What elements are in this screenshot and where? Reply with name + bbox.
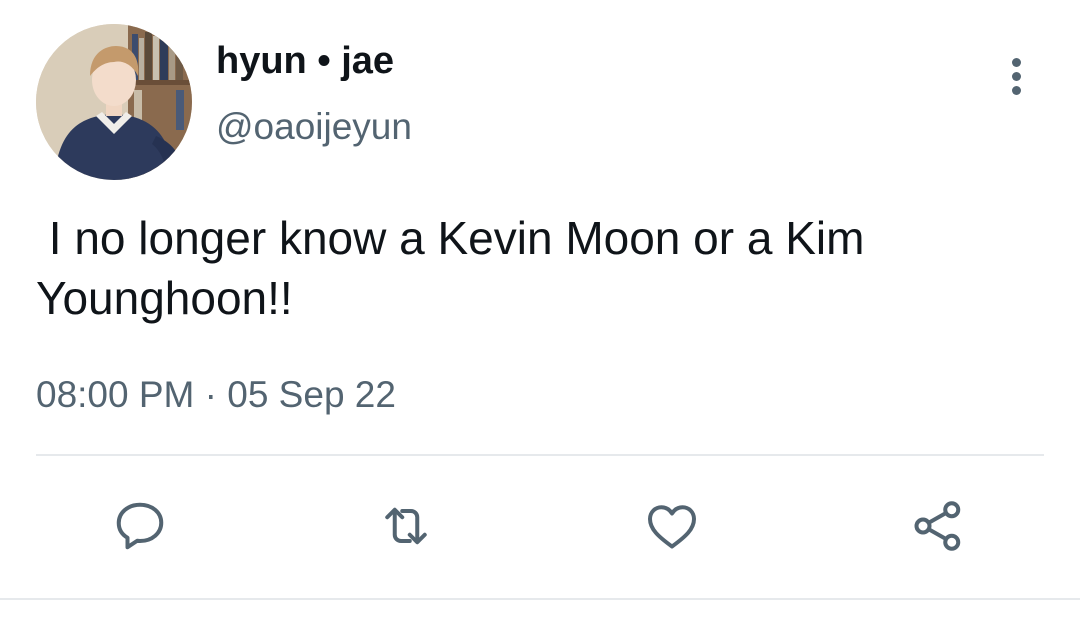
divider (36, 454, 1044, 456)
display-name[interactable]: hyun • jae (216, 38, 394, 84)
like-button[interactable] (642, 496, 702, 556)
retweet-icon (385, 507, 427, 545)
more-options-button[interactable] (996, 52, 1036, 100)
bottom-divider (0, 598, 1080, 600)
tweet-timestamp[interactable]: 08:00 PM · 05 Sep 22 (36, 372, 396, 418)
share-icon (914, 501, 961, 551)
reply-button[interactable] (110, 496, 170, 556)
vertical-ellipsis-icon (1011, 57, 1021, 67)
share-button[interactable] (908, 496, 968, 556)
speech-bubble-icon (116, 502, 164, 550)
profile-photo (36, 24, 192, 180)
avatar[interactable] (36, 24, 192, 180)
tweet-text: I no longer know a Kevin Moon or a Kim Y… (36, 212, 877, 324)
tweet-card: hyun • jae @oaoijeyun I no longer know a… (0, 0, 1080, 618)
vertical-ellipsis-dot (1011, 85, 1021, 95)
heart-icon (648, 505, 696, 549)
user-handle[interactable]: @oaoijeyun (216, 104, 412, 150)
vertical-ellipsis-dot (1011, 71, 1021, 81)
retweet-button[interactable] (376, 496, 436, 556)
